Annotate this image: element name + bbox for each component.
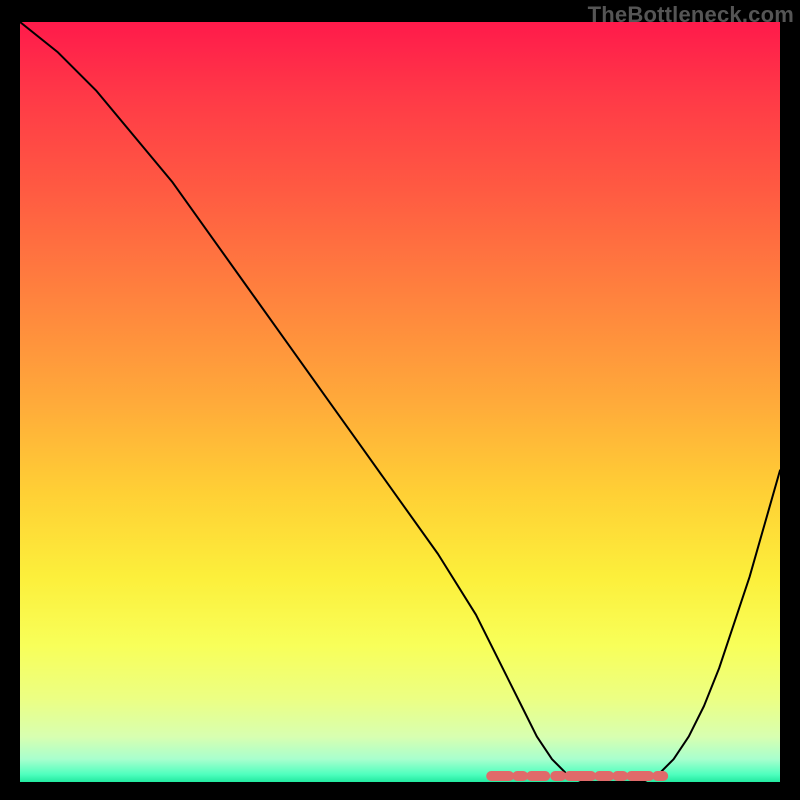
chart-svg [20,22,780,782]
bottleneck-curve [20,22,780,782]
chart-gradient-area [20,22,780,782]
